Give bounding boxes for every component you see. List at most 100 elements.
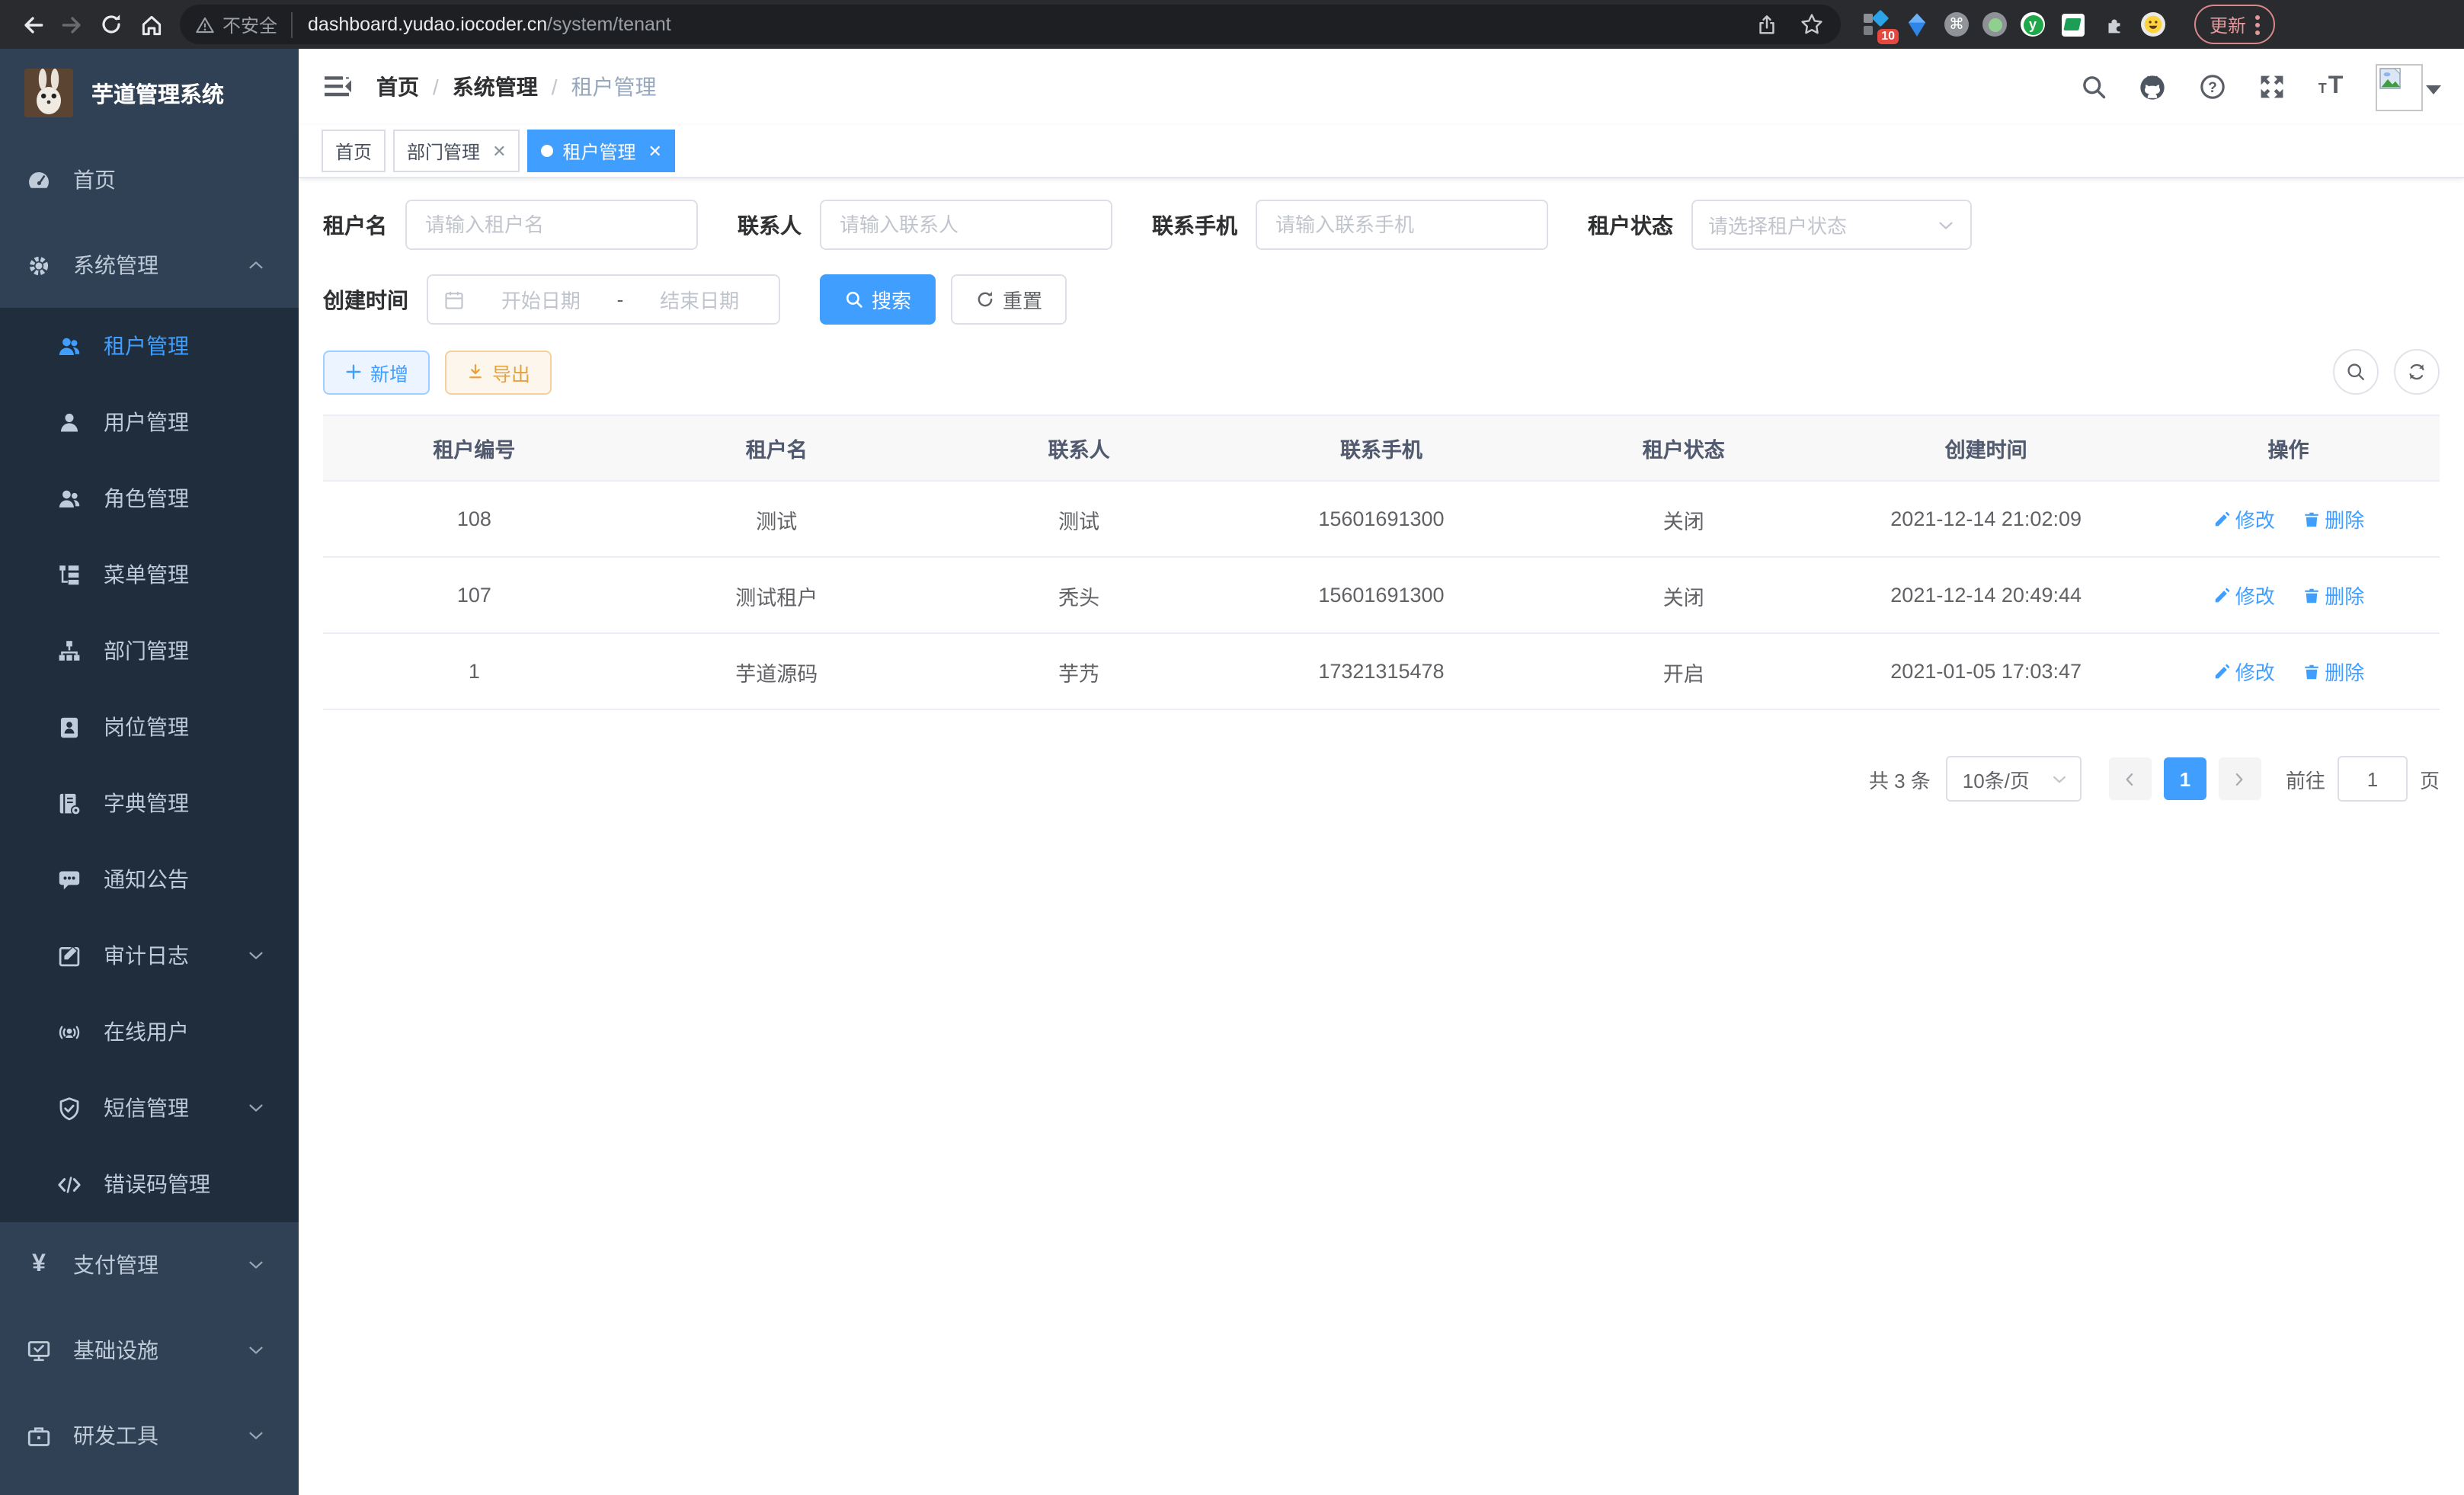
address-bar[interactable]: 不安全 dashboard.yudao.iocoder.cn/system/te…: [180, 5, 1841, 44]
sidebar-item-home[interactable]: 首页: [0, 137, 299, 222]
sidebar-item-label: 字典管理: [104, 788, 277, 818]
gear-icon: [26, 252, 52, 278]
home-icon: [138, 11, 164, 37]
sidebar-item-online[interactable]: 在线用户: [0, 994, 299, 1070]
hide-search-button[interactable]: [2333, 349, 2379, 395]
contact-input[interactable]: [820, 200, 1112, 250]
create-time-label: 创建时间: [323, 284, 408, 315]
ext-emoji-icon[interactable]: [2141, 12, 2165, 37]
github-button[interactable]: [2138, 72, 2167, 101]
code-icon: [56, 1171, 82, 1197]
sidebar-item-audit[interactable]: 审计日志: [0, 917, 299, 994]
trash-icon: [2302, 662, 2320, 680]
browser-back-button[interactable]: [12, 5, 52, 44]
col-tenant-id: 租户编号: [323, 415, 626, 481]
export-button[interactable]: 导出: [445, 350, 552, 394]
avatar-broken-image: [2376, 63, 2423, 110]
tab-tenant[interactable]: 租户管理 ✕: [528, 130, 676, 172]
delete-link[interactable]: 删除: [2302, 581, 2364, 610]
font-size-button[interactable]: TT: [2316, 72, 2345, 101]
security-indicator[interactable]: 不安全: [195, 11, 293, 37]
refresh-table-button[interactable]: [2394, 349, 2440, 395]
sidebar-item-system[interactable]: 系统管理: [0, 222, 299, 308]
sidebar-item-label: 短信管理: [104, 1093, 247, 1123]
sidebar-item-notice[interactable]: 通知公告: [0, 841, 299, 917]
active-dot: [542, 145, 554, 157]
sidebar-item-label: 部门管理: [104, 635, 277, 666]
prev-page-button[interactable]: [2109, 757, 2152, 800]
sidebar-toggle-button[interactable]: [322, 72, 352, 102]
ext-kite-icon[interactable]: [1903, 11, 1931, 38]
page-size-select[interactable]: 10条/页: [1946, 756, 2082, 802]
sidebar-item-devtools[interactable]: 研发工具: [0, 1393, 299, 1478]
sidebar-item-sms[interactable]: 短信管理: [0, 1070, 299, 1146]
ext-grid-icon[interactable]: 10: [1862, 11, 1890, 38]
fullscreen-button[interactable]: [2257, 72, 2286, 101]
date-range-picker[interactable]: 开始日期 - 结束日期: [427, 274, 780, 325]
edit-link[interactable]: 修改: [2213, 581, 2275, 610]
delete-link[interactable]: 删除: [2302, 657, 2364, 686]
page-number-1[interactable]: 1: [2164, 757, 2206, 800]
breadcrumb-home[interactable]: 首页: [376, 72, 419, 102]
sidebar-logo[interactable]: 芋道管理系统: [0, 49, 299, 137]
edit-link[interactable]: 修改: [2213, 504, 2275, 533]
tenant-name-input[interactable]: [405, 200, 698, 250]
ext-cmd-icon[interactable]: ⌘: [1944, 12, 1969, 37]
status-text: 开启: [1532, 633, 1835, 709]
close-icon[interactable]: ✕: [492, 141, 506, 161]
status-text: 关闭: [1532, 557, 1835, 633]
sidebar-item-label: 审计日志: [104, 940, 247, 971]
breadcrumb-system[interactable]: 系统管理: [453, 72, 538, 102]
ext-y-icon[interactable]: y: [2021, 12, 2045, 37]
browser-update-button[interactable]: 更新: [2194, 5, 2275, 44]
sidebar-item-label: 岗位管理: [104, 712, 277, 742]
sidebar-item-infra[interactable]: 基础设施: [0, 1308, 299, 1393]
logo-image: [24, 69, 73, 117]
sidebar-item-menu[interactable]: 菜单管理: [0, 536, 299, 613]
sidebar-item-dict[interactable]: 字典管理: [0, 765, 299, 841]
sidebar-item-label: 支付管理: [73, 1250, 247, 1280]
sidebar-item-dept[interactable]: 部门管理: [0, 613, 299, 689]
tab-home[interactable]: 首页: [322, 130, 386, 172]
browser-home-button[interactable]: [131, 5, 171, 44]
sidebar-item-tenant[interactable]: 租户管理: [0, 308, 299, 384]
sidebar-item-label: 用户管理: [104, 407, 277, 437]
sidebar-item-role[interactable]: 角色管理: [0, 460, 299, 536]
star-icon: [1799, 12, 1823, 37]
goto-page-input[interactable]: [2338, 756, 2408, 802]
edit-link[interactable]: 修改: [2213, 657, 2275, 686]
chevron-down-icon: [247, 1341, 265, 1359]
browser-menu-icon[interactable]: [2255, 14, 2260, 34]
ext-puzzle-icon[interactable]: [2100, 11, 2127, 38]
header-search-button[interactable]: [2078, 72, 2107, 101]
help-button[interactable]: ?: [2197, 72, 2226, 101]
start-date-placeholder: 开始日期: [477, 285, 605, 314]
sidebar-item-post[interactable]: 岗位管理: [0, 689, 299, 765]
search-icon: [844, 290, 864, 309]
reset-button[interactable]: 重置: [951, 274, 1067, 325]
add-button[interactable]: 新增: [323, 350, 430, 394]
mobile-input[interactable]: [1256, 200, 1548, 250]
search-button[interactable]: 搜索: [820, 274, 936, 325]
sidebar-item-errcode[interactable]: 错误码管理: [0, 1146, 299, 1222]
browser-forward-button[interactable]: [52, 5, 91, 44]
sidebar-item-pay[interactable]: ¥ 支付管理: [0, 1222, 299, 1308]
user-avatar[interactable]: [2376, 63, 2441, 110]
monitor-icon: [26, 1337, 52, 1363]
delete-link[interactable]: 删除: [2302, 504, 2364, 533]
share-button[interactable]: [1752, 10, 1781, 39]
browser-reload-button[interactable]: [91, 5, 131, 44]
bookmark-button[interactable]: [1797, 10, 1826, 39]
browser-toolbar: 不安全 dashboard.yudao.iocoder.cn/system/te…: [0, 0, 2464, 49]
ext-chat-icon[interactable]: [2059, 11, 2086, 38]
tab-dept[interactable]: 部门管理 ✕: [393, 130, 520, 172]
close-icon[interactable]: ✕: [648, 141, 662, 161]
page-unit-label: 页: [2420, 764, 2440, 793]
sidebar-item-user[interactable]: 用户管理: [0, 384, 299, 460]
status-select[interactable]: 请选择租户状态: [1691, 200, 1972, 250]
chevron-down-icon: [2051, 770, 2068, 787]
edit-icon: [2213, 586, 2231, 604]
ext-dot-icon[interactable]: [1982, 12, 2007, 37]
dashboard-icon: [26, 167, 52, 193]
next-page-button[interactable]: [2219, 757, 2261, 800]
